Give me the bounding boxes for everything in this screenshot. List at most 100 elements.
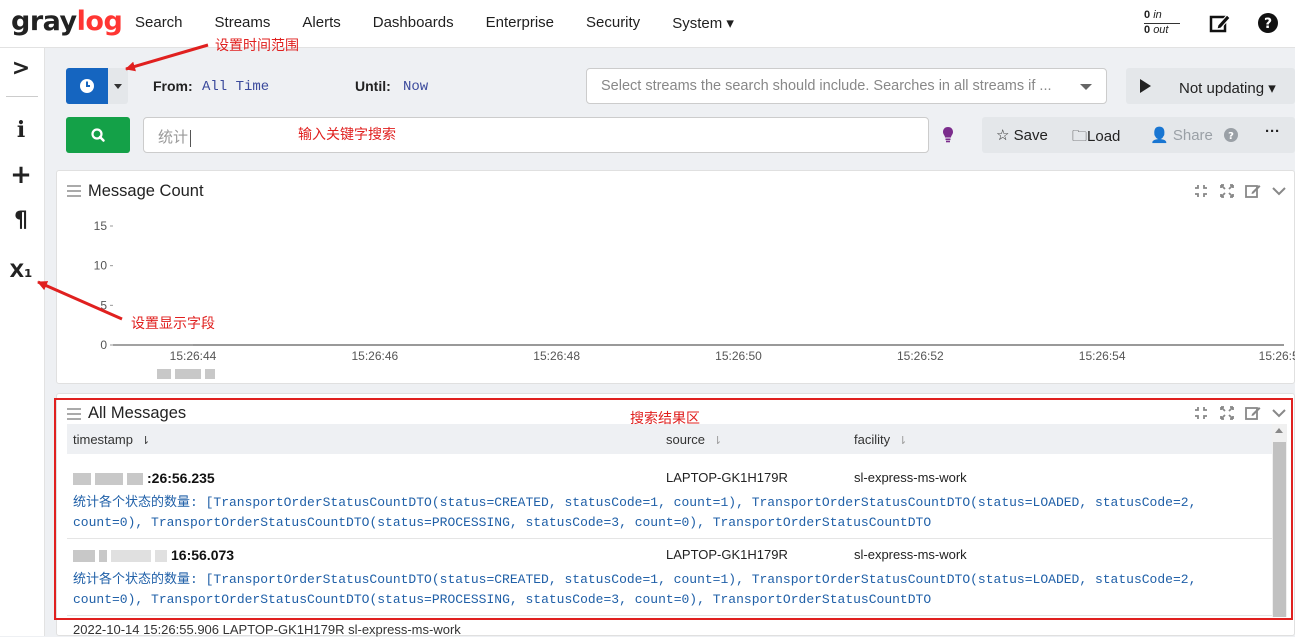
nav-dashboards[interactable]: Dashboards: [357, 14, 470, 32]
compress-icon[interactable]: [1192, 404, 1210, 422]
message-timestamp: 16:56.073: [73, 547, 234, 563]
annotation-time-range: 设置时间范围: [215, 38, 299, 54]
message-row[interactable]: 16:56.073 LAPTOP-GK1H179R sl-express-ms-…: [67, 539, 1277, 616]
message-count-widget: Message Count 0 5 10 15 15:26:44 15:26:46 15:2…: [56, 170, 1295, 384]
clock-icon: [80, 79, 94, 93]
paragraph-icon[interactable]: ¶: [8, 208, 34, 234]
x-tick-label: 15:26:44: [170, 349, 217, 363]
streams-placeholder: Select streams the search should include…: [601, 78, 1052, 94]
sidebar-divider: [6, 96, 38, 97]
messages-scrollbar[interactable]: [1272, 424, 1287, 617]
main-nav: Search Streams Alerts Dashboards Enterpr…: [119, 14, 750, 32]
edit-icon[interactable]: [1209, 12, 1231, 34]
play-icon[interactable]: [1140, 79, 1151, 93]
share-button[interactable]: 👤 Share: [1150, 126, 1213, 144]
refresh-dropdown[interactable]: Not updating ▾: [1179, 79, 1276, 97]
scrollbar-thumb[interactable]: [1273, 442, 1286, 617]
nav-streams[interactable]: Streams: [199, 14, 287, 32]
message-facility: sl-express-ms-work: [854, 547, 967, 562]
drag-handle-icon[interactable]: [67, 408, 81, 420]
y-tick-label: 0: [100, 338, 107, 352]
chevron-down-icon[interactable]: [1270, 404, 1288, 422]
subscript-x-icon[interactable]: X₁: [8, 258, 34, 284]
search-bar: From: All Time Until: Now Select streams…: [56, 60, 1295, 164]
nav-enterprise[interactable]: Enterprise: [470, 14, 570, 32]
expand-icon[interactable]: [1218, 404, 1236, 422]
x-tick-label: 15:26:50: [715, 349, 762, 363]
message-source: LAPTOP-GK1H179R: [666, 547, 788, 562]
message-row[interactable]: :26:56.235 LAPTOP-GK1H179R sl-express-ms…: [67, 462, 1277, 539]
question-circle-icon[interactable]: ?: [1224, 128, 1238, 142]
y-tick-label: 5: [100, 298, 107, 312]
graylog-logo[interactable]: graylog: [11, 6, 123, 37]
nav-system-dropdown[interactable]: System ▾: [656, 14, 750, 32]
annotation-keyword-search: 输入关键字搜索: [298, 127, 396, 143]
top-navbar: graylog Search Streams Alerts Dashboards…: [0, 0, 1295, 48]
plus-icon[interactable]: +: [8, 162, 34, 188]
nav-security[interactable]: Security: [570, 14, 656, 32]
streams-select[interactable]: Select streams the search should include…: [586, 68, 1107, 104]
messages-table-header: timestamp ⇂ source ⇂ facility ⇂: [67, 424, 1277, 454]
column-facility[interactable]: facility ⇂: [854, 432, 907, 447]
from-value: All Time: [202, 79, 270, 95]
info-icon[interactable]: i: [8, 117, 34, 143]
sort-icon[interactable]: ⇂: [713, 434, 722, 447]
search-button[interactable]: [66, 117, 130, 153]
sort-icon[interactable]: ⇂: [898, 434, 907, 447]
message-facility: sl-express-ms-work: [854, 470, 967, 485]
until-label: Until:: [355, 78, 391, 94]
caret-down-icon: [114, 84, 122, 89]
redacted-date: [95, 473, 123, 486]
search-actions: ☆ Save 🗀Load 👤 Share ? ···: [982, 117, 1295, 153]
search-query-input[interactable]: 统计: [143, 117, 929, 153]
nav-alerts[interactable]: Alerts: [286, 14, 356, 32]
column-source[interactable]: source ⇂: [666, 432, 722, 447]
all-messages-widget: All Messages timestamp ⇂ source ⇂ facility…: [56, 393, 1295, 637]
redacted-date: [73, 550, 95, 563]
message-text: 统计各个状态的数量: [TransportOrderStatusCountDTO…: [73, 572, 1197, 607]
redacted-date: [73, 473, 91, 486]
x-tick-label: 15:26:46: [351, 349, 398, 363]
time-range-button[interactable]: [66, 68, 108, 104]
svg-text:?: ?: [1264, 16, 1272, 32]
annotation-results-area: 搜索结果区: [630, 411, 700, 427]
left-sidebar: > i + ¶ X₁: [0, 48, 45, 636]
redacted-date: [111, 550, 151, 563]
redacted-date: [127, 473, 143, 486]
help-icon[interactable]: ?: [1257, 12, 1279, 34]
nav-search[interactable]: Search: [119, 14, 199, 32]
message-row-partial[interactable]: 2022-10-14 15:26:55.906 LAPTOP-GK1H179R …: [73, 622, 461, 637]
time-range-caret[interactable]: [108, 68, 128, 104]
user-plus-icon: 👤: [1150, 127, 1169, 144]
chevron-down-icon: [1080, 84, 1092, 90]
text-cursor: [190, 129, 192, 147]
lightbulb-icon[interactable]: [943, 127, 953, 143]
widget-tools: [1192, 404, 1288, 422]
widget-title: All Messages: [88, 404, 187, 422]
time-range-display[interactable]: From: All Time Until: Now: [143, 68, 621, 104]
blurred-legend: [157, 365, 245, 379]
y-tick-label: 15: [94, 219, 108, 233]
y-tick-label: 10: [94, 259, 108, 273]
sort-icon[interactable]: ⇂: [141, 434, 150, 447]
from-label: From:: [153, 78, 193, 94]
column-timestamp[interactable]: timestamp ⇂: [73, 432, 150, 447]
edit-widget-icon[interactable]: [1244, 404, 1262, 422]
until-value: Now: [403, 79, 429, 95]
message-count-chart: 0 5 10 15 15:26:44 15:26:46 15:26:48 15:26:50 15…: [94, 219, 1295, 363]
load-button[interactable]: 🗀Load: [1072, 126, 1120, 151]
throughput-indicator[interactable]: 0 in 0 out: [1144, 9, 1180, 37]
folder-icon: 🗀: [1072, 128, 1088, 145]
x-tick-label: 15:26:54: [1079, 349, 1126, 363]
save-button[interactable]: ☆ Save: [996, 126, 1048, 144]
x-tick-label: 15:26:52: [897, 349, 944, 363]
svg-text:?: ?: [1228, 131, 1234, 142]
chevron-right-icon[interactable]: >: [8, 56, 34, 82]
annotation-display-fields: 设置显示字段: [131, 316, 215, 332]
message-text: 统计各个状态的数量: [TransportOrderStatusCountDTO…: [73, 495, 1197, 530]
search-icon: [91, 128, 105, 142]
scroll-up-icon[interactable]: [1275, 428, 1283, 433]
refresh-control[interactable]: Not updating ▾: [1126, 68, 1295, 104]
x-tick-label: 15:26:48: [533, 349, 580, 363]
more-options-icon[interactable]: ···: [1265, 123, 1280, 140]
